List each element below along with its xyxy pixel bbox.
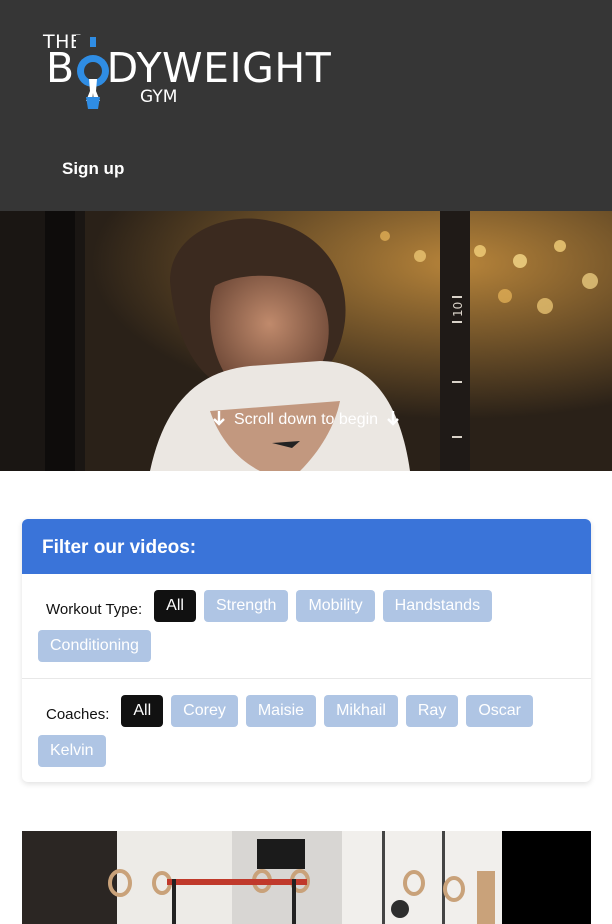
coach-oscar-chip[interactable]: Oscar xyxy=(466,695,533,727)
workout-type-all-chip[interactable]: All xyxy=(154,590,196,622)
kettlebell-icon xyxy=(76,35,110,109)
filter-title: Filter our videos: xyxy=(22,519,591,574)
coach-kelvin-chip[interactable]: Kelvin xyxy=(38,735,106,767)
scroll-prompt-label: Scroll down to begin xyxy=(233,411,379,428)
workout-type-strength-chip[interactable]: Strength xyxy=(203,590,289,622)
video-thumbnail[interactable] xyxy=(22,831,591,924)
site-logo[interactable]: THE BODYWEIGHT GYM xyxy=(43,31,353,111)
scroll-prompt: Scroll down to begin xyxy=(0,410,612,429)
rig-number-label: 10 xyxy=(451,302,465,317)
arrow-down-icon xyxy=(213,411,225,426)
coach-mikhail-chip[interactable]: Mikhail xyxy=(324,695,398,727)
signup-link[interactable]: Sign up xyxy=(62,159,124,179)
coach-ray-chip[interactable]: Ray xyxy=(405,695,459,727)
video-filter-panel: Filter our videos: Workout Type: All Stren… xyxy=(22,519,591,782)
workout-type-filter: Workout Type: All Strength Mobility Handstan… xyxy=(22,574,612,670)
hero-video: 10 Scroll down to begin xyxy=(0,211,612,471)
coach-maisie-chip[interactable]: Maisie xyxy=(245,695,317,727)
workout-type-conditioning-chip[interactable]: Conditioning xyxy=(38,630,151,662)
arrow-down-icon xyxy=(387,411,399,426)
hero-background-image: 10 xyxy=(0,211,612,471)
workout-type-label: Workout Type: xyxy=(46,601,143,618)
coaches-label: Coaches: xyxy=(46,706,110,723)
logo-gym-text: GYM xyxy=(140,87,178,107)
workout-type-mobility-chip[interactable]: Mobility xyxy=(296,590,375,622)
coach-all-chip[interactable]: All xyxy=(121,695,164,727)
workout-type-handstands-chip[interactable]: Handstands xyxy=(382,590,493,622)
video-thumbnail-image xyxy=(22,831,502,924)
coach-corey-chip[interactable]: Corey xyxy=(171,695,238,727)
site-header: THE BODYWEIGHT GYM Sign up xyxy=(0,0,612,211)
coaches-filter: Coaches: All Corey Maisie Mikhail Ray Oscar Kel… xyxy=(22,679,612,775)
